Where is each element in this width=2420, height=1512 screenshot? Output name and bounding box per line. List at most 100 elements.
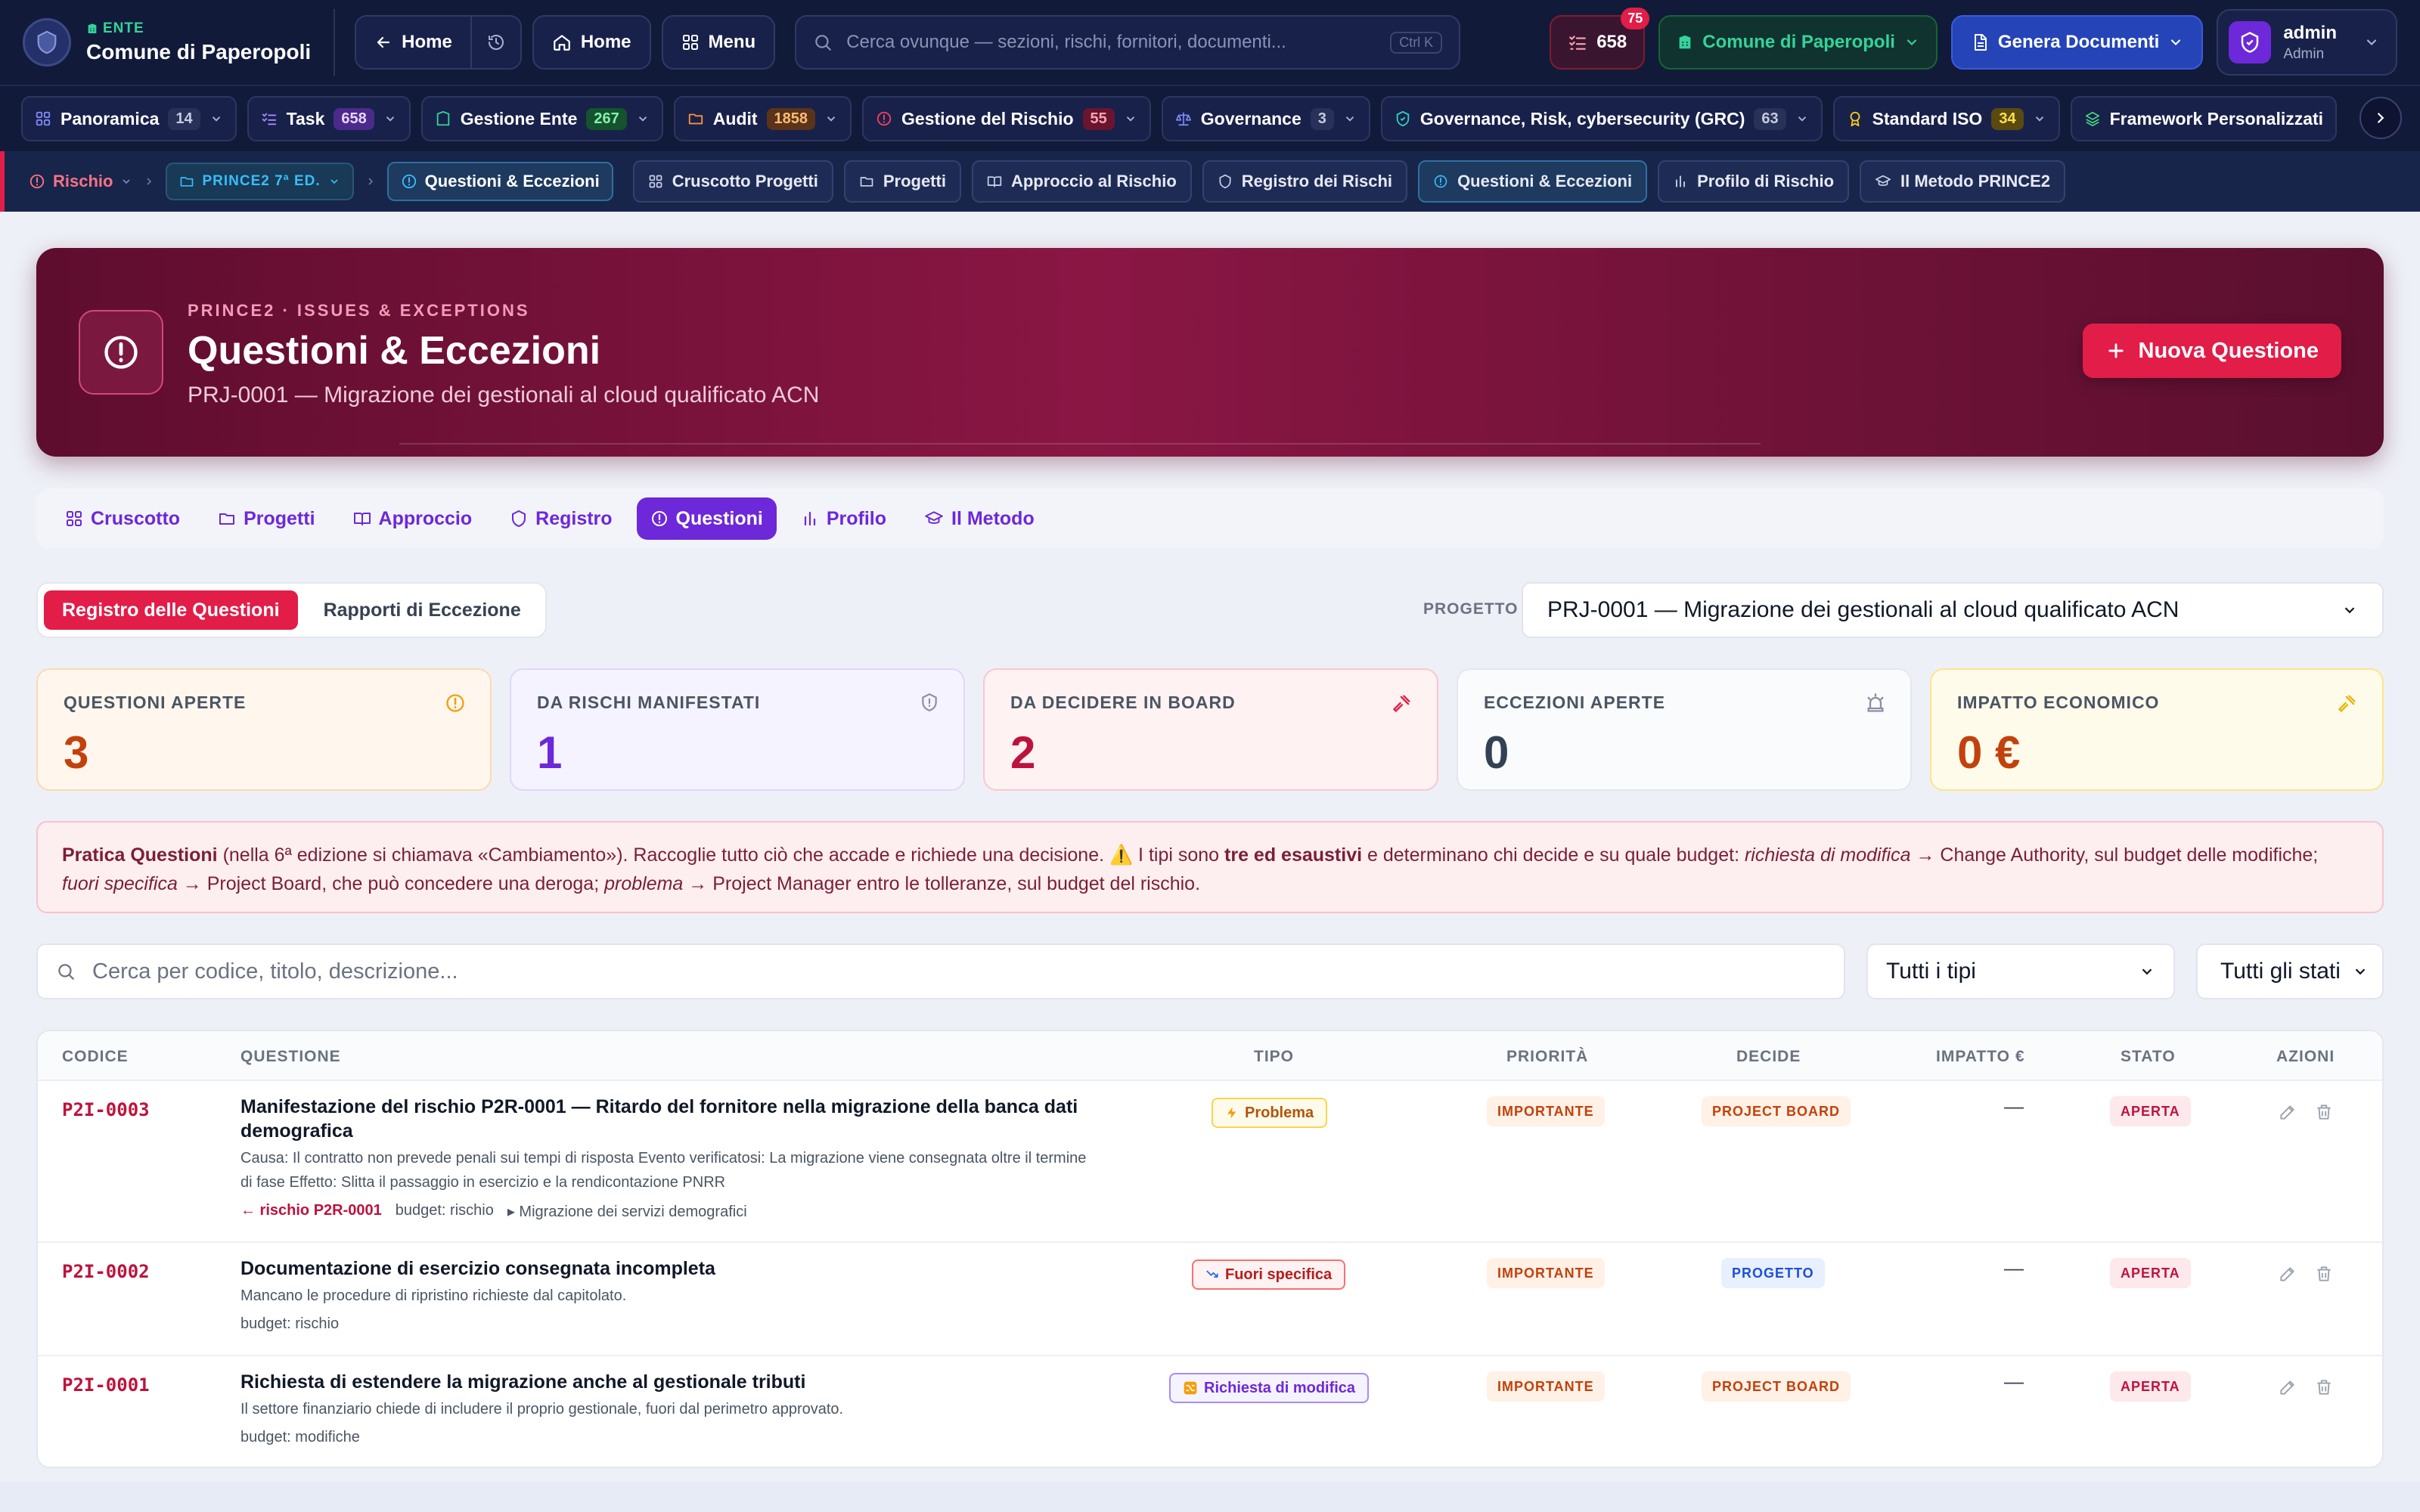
module-framework-personalizzati[interactable]: Framework Personalizzati [2070, 96, 2338, 141]
tab-questioni[interactable]: Questioni [636, 497, 777, 540]
subnav-registro-rischi[interactable]: Registro dei Rischi [1202, 160, 1408, 203]
edit-icon[interactable] [2278, 1264, 2297, 1284]
module-audit[interactable]: Audit 1858 [673, 96, 852, 141]
status-filter-select[interactable]: Tutti gli stati [2196, 943, 2384, 999]
tab-il-metodo[interactable]: Il Metodo [911, 497, 1048, 540]
search-icon [813, 33, 833, 52]
building-icon [86, 23, 98, 35]
risk-link[interactable]: ← rischio P2R-0001 [240, 1202, 382, 1221]
type-filter-select[interactable]: Tutti i tipi [1866, 943, 2175, 999]
search-shortcut: Ctrl K [1390, 31, 1443, 54]
module-scroll-right-button[interactable] [2360, 97, 2402, 139]
issues-search-input[interactable]: Cerca per codice, titolo, descrizione... [36, 943, 1845, 999]
kpi-cards: QUESTIONI APERTE 3 DA RISCHI MANIFESTATI… [36, 668, 2384, 791]
new-issue-button[interactable]: Nuova Questione [2082, 324, 2341, 378]
tab-progetti[interactable]: Progetti [204, 497, 328, 540]
arrow-left-icon [374, 33, 392, 51]
subnav-questioni-eccezioni[interactable]: Questioni & Eccezioni [1418, 160, 1648, 203]
gavel-icon [1392, 692, 1413, 714]
module-count: 63 [1754, 107, 1786, 130]
shield-check-icon [1395, 110, 1411, 127]
ente-logo [23, 18, 71, 67]
scale-icon [1175, 110, 1192, 127]
issue-code[interactable]: P2I-0003 [62, 1099, 150, 1120]
module-count: 267 [586, 107, 627, 130]
module-task[interactable]: Task 658 [247, 96, 411, 141]
home-button[interactable]: Home [532, 15, 651, 70]
global-search-input[interactable]: Cerca ovunque — sezioni, rischi, fornito… [795, 15, 1461, 70]
table-row[interactable]: P2I-0001 Richiesta di estendere la migra… [38, 1356, 2382, 1467]
brand-kicker: ENTE [103, 20, 144, 36]
issue-title: Richiesta di estendere la migrazione anc… [240, 1371, 806, 1393]
award-icon [1847, 110, 1863, 127]
issue-description: Mancano le procedure di ripristino richi… [240, 1287, 627, 1304]
alert-circle-icon [876, 110, 892, 127]
subnav-metodo-prince2[interactable]: Il Metodo PRINCE2 [1860, 160, 2066, 203]
tab-approccio[interactable]: Approccio [340, 497, 486, 540]
shield-icon [510, 510, 528, 528]
module-panoramica[interactable]: Panoramica 14 [21, 96, 237, 141]
tasks-counter-button[interactable]: 658 75 [1550, 8, 1650, 70]
shield-icon [1218, 174, 1233, 189]
trash-icon[interactable] [2314, 1264, 2334, 1284]
subnav-approccio-rischio[interactable]: Approccio al Rischio [971, 160, 1192, 203]
chevron-right-icon [365, 175, 377, 187]
edit-icon[interactable] [2278, 1377, 2297, 1397]
plus-icon [2105, 340, 2127, 361]
table-row[interactable]: P2I-0002 Documentazione di esercizio con… [38, 1243, 2382, 1356]
status-badge: APERTA [2110, 1258, 2191, 1288]
home-icon [552, 33, 572, 52]
module-gestione-ente[interactable]: Gestione Ente 267 [420, 96, 663, 141]
back-home-button[interactable]: Home [356, 17, 470, 68]
subnav-cruscotto-progetti[interactable]: Cruscotto Progetti [632, 160, 833, 203]
breadcrumb-current[interactable]: Questioni & Eccezioni [386, 162, 613, 201]
lightning-icon [1225, 1106, 1239, 1120]
subnav-progetti[interactable]: Progetti [843, 160, 961, 203]
decider-badge: PROJECT BOARD [1702, 1371, 1851, 1402]
priority-badge: IMPORTANTE [1487, 1096, 1605, 1126]
project-select[interactable]: PRJ-0001 — Migrazione dei gestionali al … [1522, 582, 2384, 638]
trash-icon[interactable] [2314, 1377, 2334, 1397]
folder-icon [687, 110, 704, 127]
subtab-registro-questioni[interactable]: Registro delle Questioni [44, 590, 298, 630]
subtab-rapporti-eccezione[interactable]: Rapporti di Eccezione [306, 590, 539, 630]
siren-icon [1865, 692, 1886, 714]
issue-code[interactable]: P2I-0002 [62, 1261, 150, 1282]
trash-icon[interactable] [2314, 1102, 2334, 1122]
grid-icon [65, 510, 83, 528]
tab-cruscotto[interactable]: Cruscotto [51, 497, 194, 540]
user-menu[interactable]: admin Admin [2217, 9, 2397, 76]
history-button[interactable] [470, 17, 520, 68]
menu-button[interactable]: Menu [661, 15, 776, 70]
subnav-profilo-rischio[interactable]: Profilo di Rischio [1658, 160, 1850, 203]
chevron-down-icon [636, 112, 650, 125]
issues-table: CODICE QUESTIONE TIPO PRIORITÀ DECIDE IM… [36, 1030, 2384, 1468]
module-grc[interactable]: Governance, Risk, cybersecurity (GRC) 63 [1380, 96, 1823, 141]
user-name: admin [2283, 22, 2337, 43]
status-badge: APERTA [2110, 1371, 2191, 1402]
kpi-from-risks: DA RISCHI MANIFESTATI 1 [510, 668, 965, 791]
chevron-down-icon [1795, 112, 1809, 125]
breadcrumb-section[interactable]: PRINCE2 7ª ED. [166, 163, 354, 200]
document-icon [1971, 33, 1989, 51]
view-switcher: Registro delle Questioni Rapporti di Ecc… [36, 582, 547, 638]
impact-value: — [2004, 1095, 2024, 1117]
grid-icon [35, 110, 51, 127]
brand[interactable]: ENTE Comune di Paperopoli [23, 9, 336, 76]
module-governance[interactable]: Governance 3 [1161, 96, 1370, 141]
tab-registro[interactable]: Registro [496, 497, 625, 540]
tab-profilo[interactable]: Profilo [787, 497, 900, 540]
kpi-value: 0 [1484, 727, 1509, 778]
module-standard-iso[interactable]: Standard ISO 34 [1832, 96, 2060, 141]
issue-code[interactable]: P2I-0001 [62, 1374, 150, 1396]
edit-icon[interactable] [2278, 1102, 2297, 1122]
brand-name: Comune di Paperopoli [86, 40, 312, 64]
chevron-down-icon [2168, 35, 2183, 50]
table-row[interactable]: P2I-0003 Manifestazione del rischio P2R-… [38, 1081, 2382, 1243]
ente-selector[interactable]: Comune di Paperopoli [1658, 15, 1938, 70]
module-gestione-rischio[interactable]: Gestione del Rischio 55 [862, 96, 1151, 141]
chevron-down-icon [1904, 35, 1919, 50]
breadcrumb-root[interactable]: Rischio [29, 172, 132, 191]
generate-documents-button[interactable]: Genera Documenti [1950, 15, 2204, 70]
issue-description: Causa: Il contratto non prevede penali s… [240, 1150, 1087, 1191]
